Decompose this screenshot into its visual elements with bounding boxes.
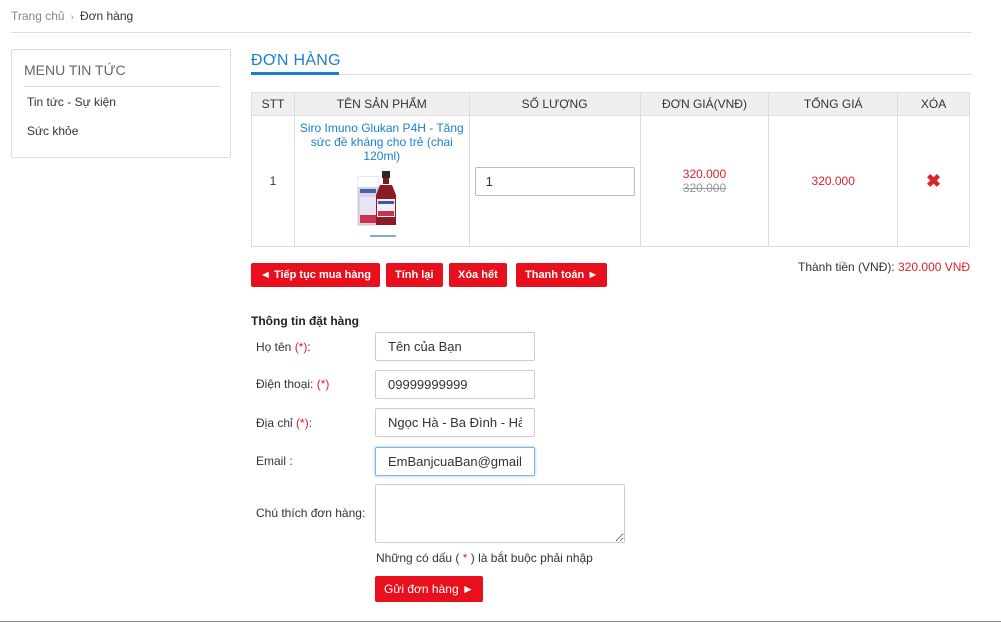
cart-table: STT TÊN SẢN PHẨM SỐ LƯỢNG ĐƠN GIÁ(VNĐ) T…	[251, 92, 970, 247]
product-cell: Siro Imuno Glukan P4H - Tăng sức đề khán…	[293, 115, 470, 247]
name-field[interactable]	[375, 332, 535, 361]
column-header: XÓA	[897, 92, 970, 116]
sidebar-title: MENU TIN TỨC	[24, 62, 126, 78]
recalculate-button[interactable]: Tính lại	[386, 263, 443, 287]
column-header: TÊN SẢN PHẨM	[293, 92, 470, 116]
column-header: TỔNG GIÁ	[768, 92, 899, 116]
phone-field[interactable]	[375, 370, 535, 399]
unit-price-cell: 320.000 320.000	[639, 115, 770, 247]
clear-cart-button[interactable]: Xóa hết	[449, 263, 507, 287]
old-price: 320.000	[682, 181, 727, 195]
column-header: STT	[251, 92, 295, 116]
order-form-title: Thông tin đặt hàng	[251, 314, 359, 328]
divider	[251, 74, 971, 75]
delete-cell: ✖	[897, 115, 970, 247]
divider	[0, 621, 1001, 622]
product-name-link[interactable]: Siro Imuno Glukan P4H - Tăng sức đề khán…	[295, 121, 469, 163]
table-row: 1 Siro Imuno Glukan P4H - Tăng sức đề kh…	[251, 115, 970, 247]
breadcrumb: Trang chủ › Đơn hàng	[11, 9, 133, 23]
email-field[interactable]	[375, 447, 535, 476]
sidebar-item-health[interactable]: Sức khỏe	[27, 124, 78, 138]
required-mark: (*)	[294, 340, 308, 354]
required-mark: (*)	[316, 377, 330, 391]
breadcrumb-separator: ›	[70, 12, 74, 23]
unit-price: 320.000	[682, 167, 727, 181]
phone-label: Điện thoại: (*)	[256, 377, 330, 391]
email-label: Email :	[256, 454, 293, 468]
required-note: Những có dấu ( * ) là bắt buộc phải nhập	[376, 551, 593, 565]
submit-order-button[interactable]: Gửi đơn hàng ►	[375, 576, 483, 602]
name-label: Họ tên (*):	[256, 340, 311, 354]
sidebar-item-news-events[interactable]: Tin tức - Sự kiện	[27, 95, 116, 109]
row-stt: 1	[251, 115, 295, 247]
breadcrumb-home-link[interactable]: Trang chủ	[11, 9, 65, 23]
order-total-label: Thành tiền (VNĐ):	[798, 260, 895, 274]
product-image[interactable]	[352, 169, 412, 243]
delete-icon[interactable]: ✖	[926, 171, 941, 191]
row-total-price: 320.000	[811, 174, 855, 188]
quantity-input[interactable]	[474, 166, 635, 196]
continue-shopping-button[interactable]: ◄ Tiếp tục mua hàng	[251, 263, 380, 287]
sidebar-news-menu: MENU TIN TỨC Tin tức - Sự kiện Sức khỏe	[11, 49, 231, 158]
table-header-row: STT TÊN SẢN PHẨM SỐ LƯỢNG ĐƠN GIÁ(VNĐ) T…	[251, 92, 970, 116]
breadcrumb-current: Đơn hàng	[79, 9, 134, 23]
required-mark: (*)	[296, 416, 309, 430]
title-underline	[251, 72, 339, 75]
checkout-button[interactable]: Thanh toán ►	[516, 263, 608, 287]
quantity-cell	[468, 115, 641, 247]
divider	[11, 32, 971, 33]
order-total: Thành tiền (VNĐ): 320.000 VNĐ	[798, 260, 970, 274]
order-note-textarea[interactable]	[375, 484, 625, 543]
column-header: SỐ LƯỢNG	[468, 92, 641, 116]
column-header: ĐƠN GIÁ(VNĐ)	[639, 92, 770, 116]
order-total-value: 320.000 VNĐ	[898, 260, 971, 274]
divider	[24, 86, 220, 87]
address-field[interactable]	[375, 408, 535, 437]
note-label: Chú thích đơn hàng:	[256, 506, 366, 520]
total-price-cell: 320.000	[768, 115, 899, 247]
page-title: ĐƠN HÀNG	[251, 52, 341, 69]
address-label: Địa chỉ (*):	[256, 416, 313, 430]
